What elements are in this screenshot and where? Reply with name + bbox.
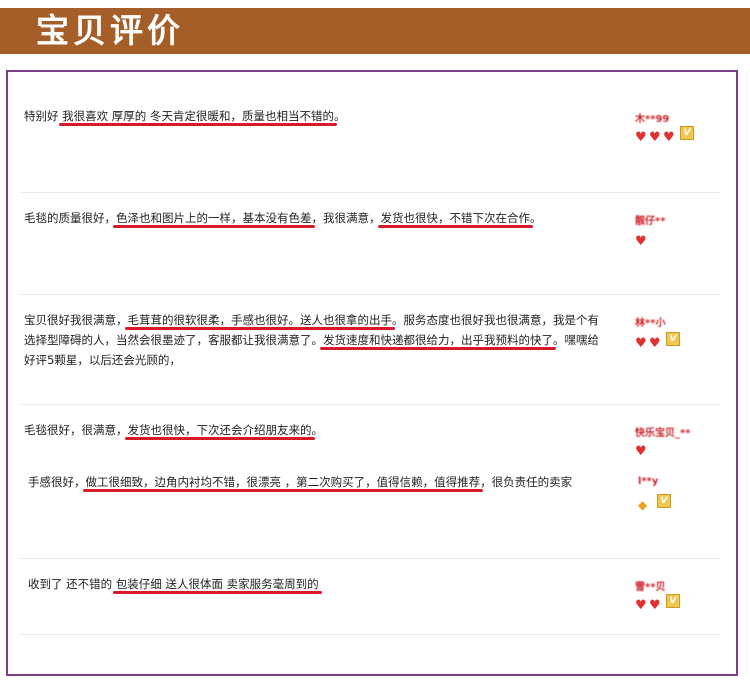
reviewer-name[interactable]: 木**99 <box>635 110 669 125</box>
review-text: 手感很好，做工很细致，边角内衬均不错，很漂亮 ，第二次购买了，值得信赖，值得推荐… <box>28 472 572 492</box>
heart-rank-icon: ♥ <box>635 130 647 145</box>
review-row: 宝贝很好我很满意，毛茸茸的很软很柔，手感也很好。送人也很拿的出手。服务态度也很好… <box>20 294 720 405</box>
review-phrase: 毛毯的质量很好， <box>24 211 116 225</box>
reviewer-name[interactable]: l**y <box>638 476 658 487</box>
vip-badge-icon: V <box>666 594 680 608</box>
review-phrase: 。 <box>333 109 346 123</box>
reviewer-name[interactable]: 林**小 <box>635 314 665 329</box>
reviewer-name[interactable]: 快乐宝贝_** <box>635 424 690 439</box>
review-row: 毛毯的质量很好，色泽也和图片上的一样，基本没有色差，我很满意，发货也很快，不错下… <box>20 192 720 295</box>
heart-rank-icon: ♥ <box>635 598 647 613</box>
reviewer-rank-badges: ◆ V <box>638 494 671 512</box>
review-phrase: 特别好 <box>24 109 63 123</box>
review-row: 毛毯很好，很满意，发货也很快，下次还会介绍朋友来的。 快乐宝贝_** ♥ 手感很… <box>20 404 720 559</box>
review-text: 收到了 还不错的 包装仔细 送人很体面 卖家服务毫周到的 <box>28 574 319 594</box>
reviewer-rank-badges: ♥ <box>635 440 649 459</box>
heart-rank-icon: ♥ <box>635 444 647 459</box>
review-phrase: ，很负责任的卖家 <box>480 475 573 489</box>
review-phrase: 收到了 还不错的 <box>28 577 116 591</box>
review-row: 收到了 还不错的 包装仔细 送人很体面 卖家服务毫周到的 雪**贝 ♥ ♥ V <box>20 558 720 635</box>
diamond-rank-icon: ◆ <box>638 498 648 512</box>
heart-rank-icon: ♥ <box>635 336 647 351</box>
review-row: 特别好 我很喜欢 厚厚的 冬天肯定很暖和，质量也相当不错的。 木**99 ♥ ♥ ♥… <box>20 72 720 193</box>
reviewer-rank-badges: ♥ <box>635 230 649 249</box>
highlighted-phrase: 做工很细致，边角内衬均不错，很漂亮 ，第二次购买了，值得信赖，值得推荐 <box>85 475 481 489</box>
header-bar: 宝贝评价 <box>0 8 750 54</box>
highlighted-phrase: 发货也很快，下次还会介绍朋友来的 <box>127 423 312 437</box>
reviewer-rank-badges: ♥ ♥ V <box>635 332 680 351</box>
review-text: 毛毯的质量很好，色泽也和图片上的一样，基本没有色差，我很满意，发货也很快，不错下… <box>24 208 542 228</box>
highlighted-phrase: 发货速度和快递都很给力，出乎我预料的快了 <box>323 333 553 347</box>
page-title: 宝贝评价 <box>36 11 184 50</box>
review-phrase: 毛毯很好，很满意， <box>24 423 128 437</box>
review-phrase: 宝贝很好我很满意， <box>24 313 128 327</box>
highlighted-phrase: 毛茸茸的很软很柔，手感也很好。送人也很拿的出手 <box>127 313 393 327</box>
reviewer-rank-badges: ♥ ♥ V <box>635 594 680 613</box>
heart-rank-icon: ♥ <box>649 598 661 613</box>
heart-rank-icon: ♥ <box>649 130 661 145</box>
review-phrase: 。 <box>530 211 542 225</box>
review-text: 宝贝很好我很满意，毛茸茸的很软很柔，手感也很好。送人也很拿的出手。服务态度也很好… <box>24 310 606 370</box>
heart-rank-icon: ♥ <box>649 336 661 351</box>
highlighted-phrase: 我很喜欢 厚厚的 冬天肯定很暖和，质量也相当不错的 <box>62 109 334 123</box>
reviewer-rank-badges: ♥ ♥ ♥ V <box>635 126 694 145</box>
reviewer-name[interactable]: 靓仔** <box>635 212 665 227</box>
review-text: 特别好 我很喜欢 厚厚的 冬天肯定很暖和，质量也相当不错的。 <box>24 106 345 126</box>
heart-rank-icon: ♥ <box>635 234 647 249</box>
reviews-panel: 特别好 我很喜欢 厚厚的 冬天肯定很暖和，质量也相当不错的。 木**99 ♥ ♥ ♥… <box>6 70 738 676</box>
highlighted-phrase: 发货也很快，不错下次在合作 <box>380 211 531 225</box>
vip-badge-icon: V <box>680 126 694 140</box>
review-text: 毛毯很好，很满意，发货也很快，下次还会介绍朋友来的。 <box>24 420 323 440</box>
review-phrase: 手感很好， <box>28 475 86 489</box>
vip-badge-icon: V <box>666 332 680 346</box>
highlighted-phrase: 色泽也和图片上的一样，基本没有色差 <box>116 211 312 225</box>
vip-badge-icon: V <box>657 494 671 508</box>
review-phrase: 。 <box>311 423 324 437</box>
heart-rank-icon: ♥ <box>663 130 675 145</box>
review-phrase: ，我很满意， <box>311 211 381 225</box>
reviewer-name[interactable]: 雪**贝 <box>635 578 665 593</box>
highlighted-phrase: 包装仔细 送人很体面 卖家服务毫周到的 <box>115 577 319 591</box>
